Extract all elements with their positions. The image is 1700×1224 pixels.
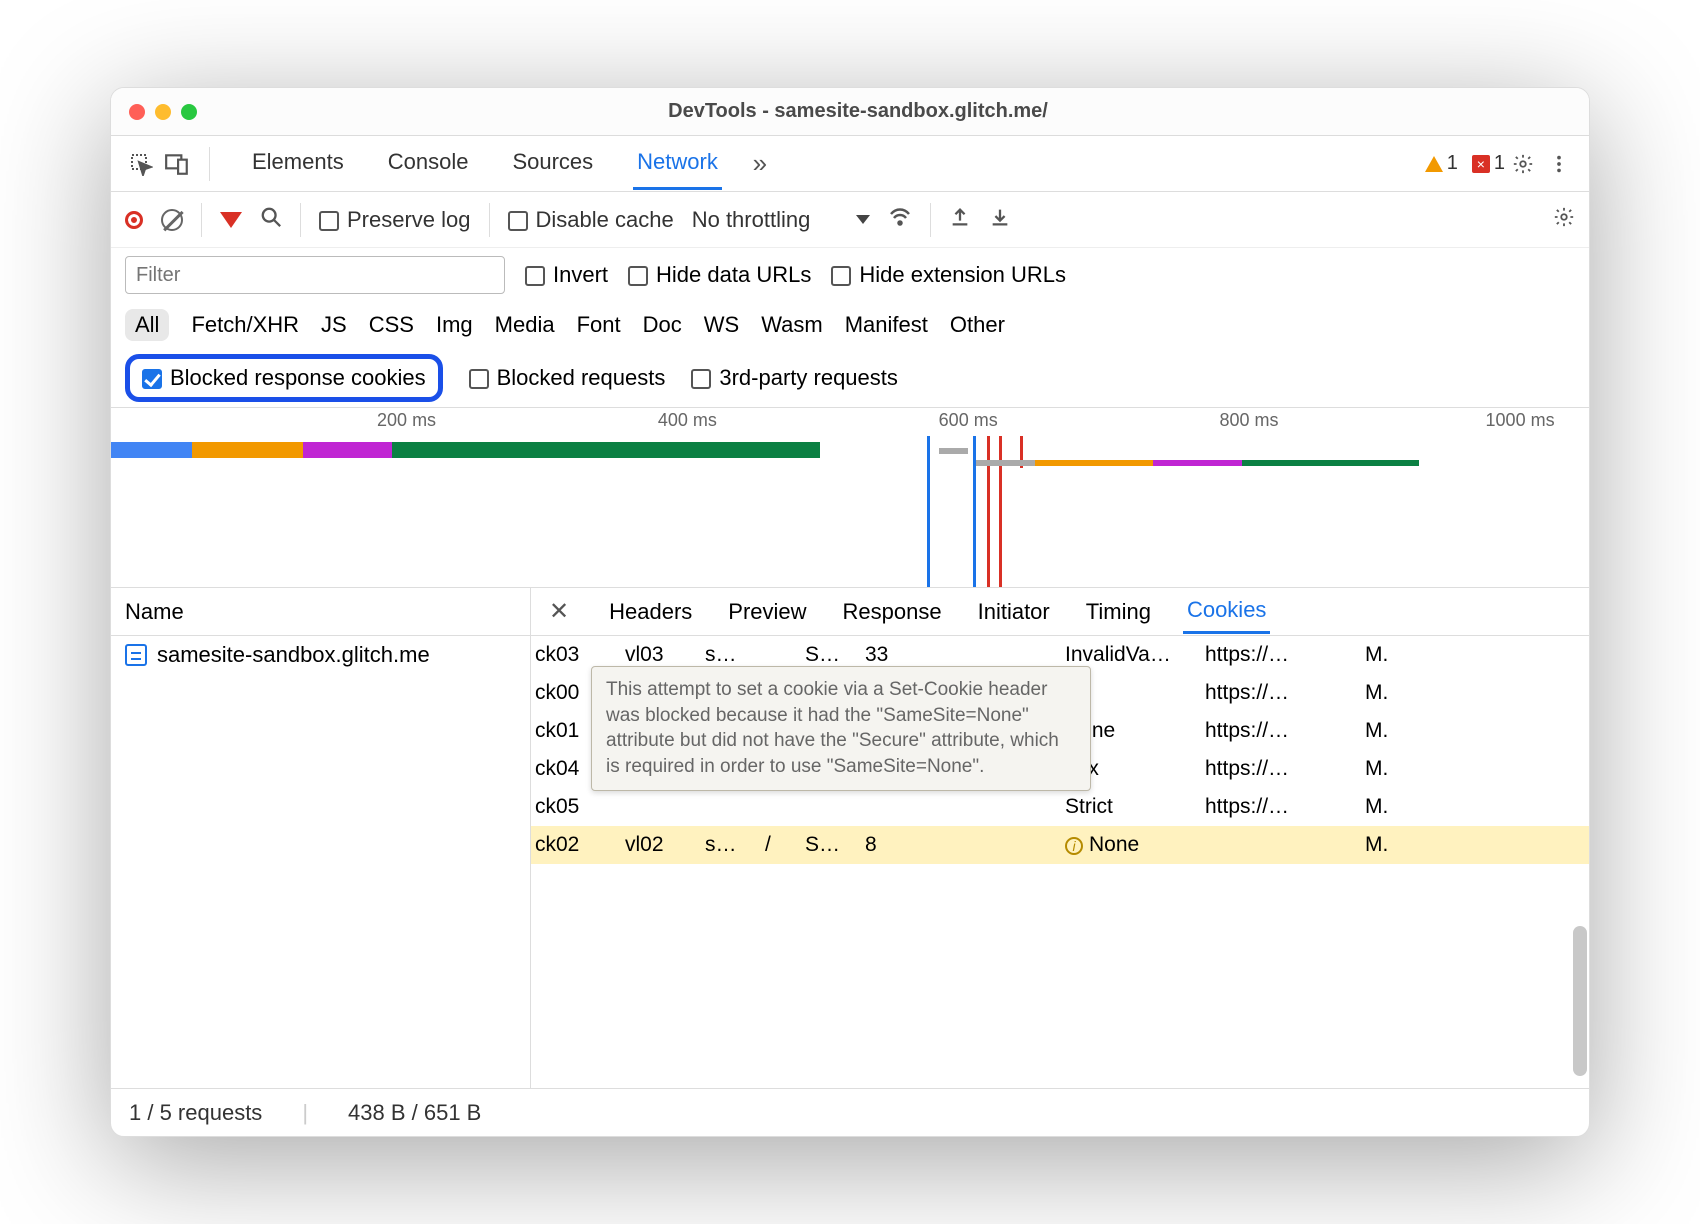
- info-icon: i: [1065, 837, 1083, 855]
- errors-badge[interactable]: ×1: [1472, 152, 1505, 175]
- zoom-window-icon[interactable]: [181, 104, 197, 120]
- close-detail-icon[interactable]: ✕: [541, 597, 577, 626]
- settings-gear-icon[interactable]: [1505, 146, 1541, 182]
- blocked-requests-checkbox[interactable]: Blocked requests: [469, 365, 666, 391]
- cookie-filter-row: Blocked response cookies Blocked request…: [111, 348, 1589, 408]
- third-party-requests-checkbox[interactable]: 3rd-party requests: [691, 365, 898, 391]
- type-font[interactable]: Font: [577, 312, 621, 338]
- dtab-cookies[interactable]: Cookies: [1183, 589, 1270, 634]
- network-toolbar: Preserve log Disable cache No throttling: [111, 192, 1589, 248]
- dtab-preview[interactable]: Preview: [724, 591, 810, 633]
- hide-extension-urls-checkbox[interactable]: Hide extension URLs: [831, 262, 1066, 288]
- tab-elements[interactable]: Elements: [248, 137, 348, 190]
- network-settings-gear-icon[interactable]: [1553, 206, 1575, 234]
- dtab-headers[interactable]: Headers: [605, 591, 696, 633]
- filter-toggle-icon[interactable]: [220, 212, 242, 228]
- cookie-row[interactable]: ck02vl02s…/S…8iNoneM.: [531, 826, 1589, 864]
- dtab-response[interactable]: Response: [839, 591, 946, 633]
- request-name: samesite-sandbox.glitch.me: [157, 642, 430, 668]
- tab-console[interactable]: Console: [384, 137, 473, 190]
- timeline-overview[interactable]: 200 ms 400 ms 600 ms 800 ms 1000 ms: [111, 408, 1589, 588]
- type-media[interactable]: Media: [495, 312, 555, 338]
- invert-checkbox[interactable]: Invert: [525, 262, 608, 288]
- detail-tabs: ✕ Headers Preview Response Initiator Tim…: [531, 588, 1589, 636]
- error-count: 1: [1494, 152, 1505, 175]
- name-column-header[interactable]: Name: [111, 588, 530, 636]
- type-all[interactable]: All: [125, 309, 169, 341]
- tab-sources[interactable]: Sources: [508, 137, 597, 190]
- transfer-size: 438 B / 651 B: [348, 1100, 481, 1126]
- download-har-icon[interactable]: [989, 206, 1011, 234]
- window-title: DevTools - samesite-sandbox.glitch.me/: [197, 100, 1589, 123]
- more-tabs-icon[interactable]: »: [742, 146, 778, 182]
- clear-button-icon[interactable]: [161, 209, 183, 231]
- type-doc[interactable]: Doc: [643, 312, 682, 338]
- request-count: 1 / 5 requests: [129, 1100, 262, 1126]
- titlebar: DevTools - samesite-sandbox.glitch.me/: [111, 88, 1589, 136]
- type-manifest[interactable]: Manifest: [845, 312, 928, 338]
- warning-count: 1: [1447, 152, 1458, 175]
- preserve-log-checkbox[interactable]: Preserve log: [319, 207, 471, 233]
- blocked-response-cookies-checkbox[interactable]: Blocked response cookies: [125, 354, 443, 402]
- record-button-icon[interactable]: [125, 211, 143, 229]
- type-ws[interactable]: WS: [704, 312, 739, 338]
- scrollbar[interactable]: [1573, 188, 1587, 1076]
- chevron-down-icon: [856, 215, 870, 224]
- close-window-icon[interactable]: [129, 104, 145, 120]
- tick: 200 ms: [377, 410, 436, 431]
- kebab-menu-icon[interactable]: [1541, 146, 1577, 182]
- warnings-badge[interactable]: 1: [1425, 152, 1458, 175]
- tick: 800 ms: [1220, 410, 1279, 431]
- disable-cache-checkbox[interactable]: Disable cache: [508, 207, 674, 233]
- search-icon[interactable]: [260, 206, 282, 234]
- type-other[interactable]: Other: [950, 312, 1005, 338]
- tab-network[interactable]: Network: [633, 137, 722, 190]
- dtab-timing[interactable]: Timing: [1082, 591, 1155, 633]
- type-wasm[interactable]: Wasm: [761, 312, 823, 338]
- minimize-window-icon[interactable]: [155, 104, 171, 120]
- filter-input[interactable]: [125, 256, 505, 294]
- resource-type-row: All Fetch/XHR JS CSS Img Media Font Doc …: [111, 302, 1589, 348]
- inspect-icon[interactable]: [123, 146, 159, 182]
- filter-row: Invert Hide data URLs Hide extension URL…: [111, 248, 1589, 302]
- main-tabs: Elements Console Sources Network » 1 ×1: [111, 136, 1589, 192]
- throttle-select[interactable]: No throttling: [692, 207, 871, 233]
- device-toggle-icon[interactable]: [159, 146, 195, 182]
- hide-data-urls-checkbox[interactable]: Hide data URLs: [628, 262, 811, 288]
- upload-har-icon[interactable]: [949, 206, 971, 234]
- cookies-table: ck03vl03s…S…33InvalidVa…https://…M.ck00v…: [531, 636, 1589, 1088]
- request-row[interactable]: samesite-sandbox.glitch.me: [111, 636, 530, 674]
- tick: 400 ms: [658, 410, 717, 431]
- type-fetchxhr[interactable]: Fetch/XHR: [191, 312, 299, 338]
- request-list-panel: Name samesite-sandbox.glitch.me: [111, 588, 531, 1088]
- cookie-blocked-tooltip: This attempt to set a cookie via a Set-C…: [591, 666, 1091, 791]
- network-conditions-icon[interactable]: [888, 205, 912, 235]
- type-img[interactable]: Img: [436, 312, 473, 338]
- tick: 600 ms: [939, 410, 998, 431]
- dtab-initiator[interactable]: Initiator: [974, 591, 1054, 633]
- document-icon: [125, 644, 147, 666]
- status-bar: 1 / 5 requests | 438 B / 651 B: [111, 1088, 1589, 1136]
- devtools-window: DevTools - samesite-sandbox.glitch.me/ E…: [110, 87, 1590, 1137]
- window-controls: [111, 104, 197, 120]
- type-css[interactable]: CSS: [369, 312, 414, 338]
- type-js[interactable]: JS: [321, 312, 347, 338]
- tick: 1000 ms: [1486, 410, 1555, 431]
- cookie-row[interactable]: ck05Stricthttps://…M.: [531, 788, 1589, 826]
- request-detail-panel: ✕ Headers Preview Response Initiator Tim…: [531, 588, 1589, 1088]
